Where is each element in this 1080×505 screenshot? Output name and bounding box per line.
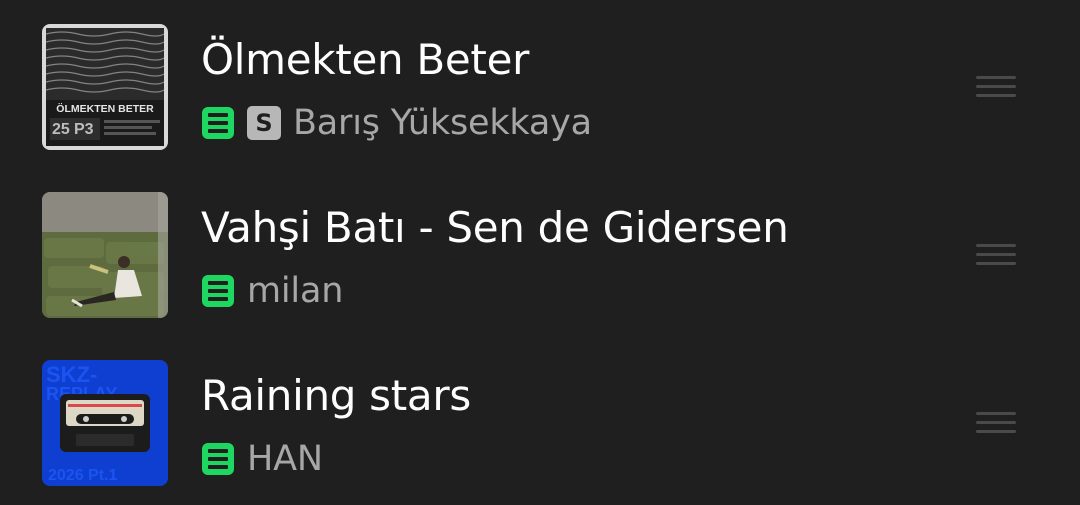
download-icon: [202, 275, 234, 307]
album-cover-raining-stars: SKZ- REPLAY 2026 Pt.1: [42, 360, 168, 486]
drag-handle-icon[interactable]: [976, 244, 1016, 266]
track-row[interactable]: SKZ- REPLAY 2026 Pt.1 Raining stars HAN: [0, 336, 1080, 504]
track-artist: Barış Yüksekkaya: [293, 103, 592, 143]
drag-handle-icon[interactable]: [976, 76, 1016, 98]
track-title: Ölmekten Beter: [201, 35, 530, 84]
album-cover: ÖLMEKTEN BETER 25 P3: [42, 24, 168, 150]
album-cover-olmekten-beter: ÖLMEKTEN BETER 25 P3: [42, 24, 168, 150]
svg-text:25: 25: [52, 121, 70, 138]
track-row[interactable]: ÖLMEKTEN BETER 25 P3 Ölmekten Beter S Ba…: [0, 0, 1080, 168]
track-title: Raining stars: [201, 371, 471, 420]
track-title: Vahşi Batı - Sen de Gidersen: [201, 203, 789, 252]
svg-text:2026 Pt.1: 2026 Pt.1: [48, 467, 117, 484]
track-meta: milan: [201, 269, 343, 313]
track-row[interactable]: Vahşi Batı - Sen de Gidersen milan: [0, 168, 1080, 336]
download-icon: [202, 107, 234, 139]
drag-handle-icon[interactable]: [976, 412, 1016, 434]
track-artist: milan: [247, 271, 344, 311]
download-icon: [202, 443, 234, 475]
s-badge: S: [247, 106, 281, 140]
track-meta: S Barış Yüksekkaya: [201, 101, 592, 145]
album-cover: SKZ- REPLAY 2026 Pt.1: [42, 360, 168, 486]
track-artist: HAN: [247, 439, 323, 479]
track-meta: HAN: [201, 437, 323, 481]
svg-text:ÖLMEKTEN BETER: ÖLMEKTEN BETER: [56, 102, 154, 115]
svg-text:P3: P3: [74, 121, 94, 138]
album-cover: [42, 192, 168, 318]
track-list: ÖLMEKTEN BETER 25 P3 Ölmekten Beter S Ba…: [0, 0, 1080, 505]
album-cover-vahsi-bati: [42, 192, 168, 318]
